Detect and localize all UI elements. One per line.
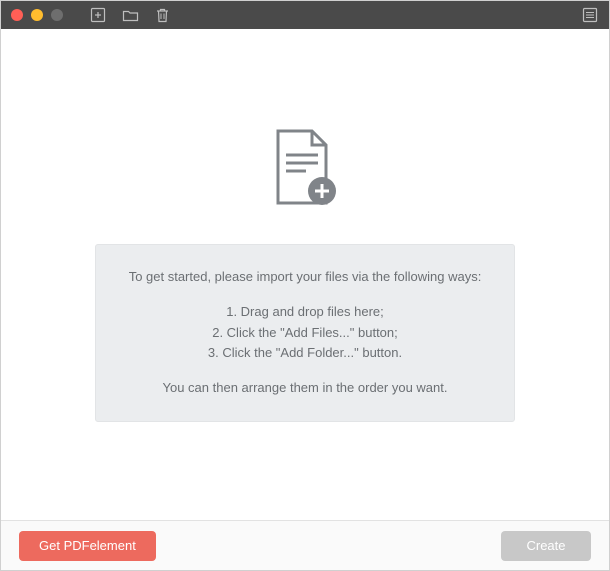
add-file-icon[interactable] bbox=[89, 6, 107, 24]
instruction-step: 3. Click the "Add Folder..." button. bbox=[114, 343, 496, 364]
window-controls bbox=[11, 9, 63, 21]
instruction-step: 1. Drag and drop files here; bbox=[114, 302, 496, 323]
close-window-button[interactable] bbox=[11, 9, 23, 21]
list-view-icon[interactable] bbox=[581, 6, 599, 24]
minimize-window-button[interactable] bbox=[31, 9, 43, 21]
instruction-steps: 1. Drag and drop files here; 2. Click th… bbox=[114, 302, 496, 364]
titlebar bbox=[1, 1, 609, 29]
app-window: To get started, please import your files… bbox=[0, 0, 610, 571]
maximize-window-button[interactable] bbox=[51, 9, 63, 21]
create-button: Create bbox=[501, 531, 591, 561]
add-document-icon bbox=[270, 127, 340, 216]
delete-icon[interactable] bbox=[153, 6, 171, 24]
drop-zone[interactable]: To get started, please import your files… bbox=[1, 29, 609, 520]
get-pdfelement-button[interactable]: Get PDFelement bbox=[19, 531, 156, 561]
footer-bar: Get PDFelement Create bbox=[1, 520, 609, 570]
toolbar bbox=[89, 6, 171, 24]
add-folder-icon[interactable] bbox=[121, 6, 139, 24]
instruction-step: 2. Click the "Add Files..." button; bbox=[114, 323, 496, 344]
instruction-panel: To get started, please import your files… bbox=[95, 244, 515, 422]
instruction-outro: You can then arrange them in the order y… bbox=[114, 378, 496, 399]
instruction-intro: To get started, please import your files… bbox=[114, 267, 496, 288]
